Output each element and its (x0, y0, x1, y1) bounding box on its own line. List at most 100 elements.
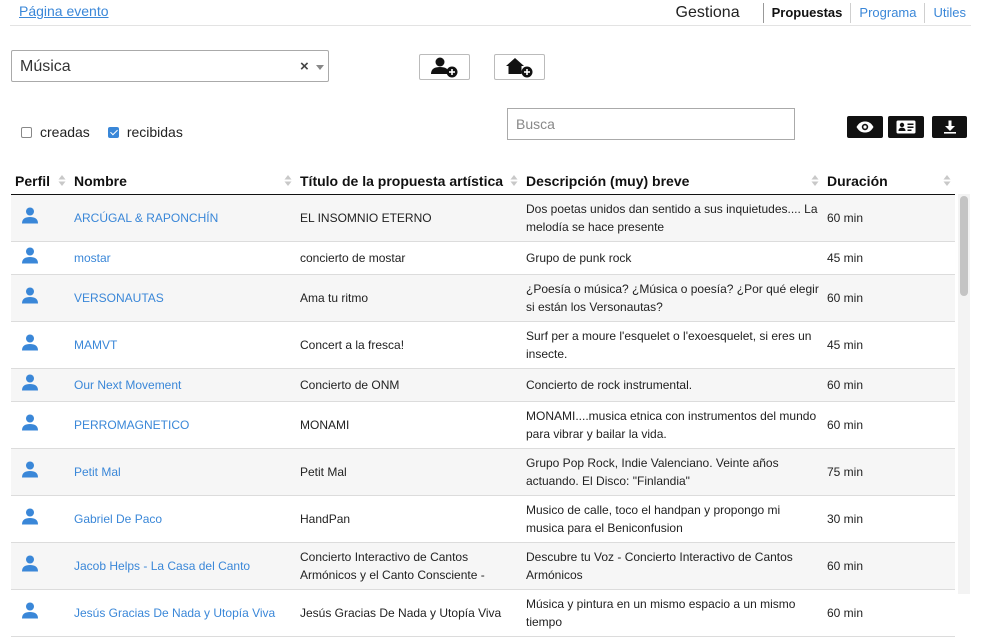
artist-name-link[interactable]: PERROMAGNETICO (74, 418, 189, 432)
download-button[interactable] (932, 116, 967, 138)
column-header-duracion[interactable]: Duración (823, 167, 955, 195)
user-profile-icon[interactable] (22, 461, 38, 478)
table-header-row: Perfil Nombre Título de la propuesta art… (11, 167, 955, 195)
profile-cell (11, 448, 70, 496)
sort-icon (284, 175, 292, 186)
name-cell: Our Next Movement (70, 368, 296, 402)
title-cell: MONAMI (296, 401, 522, 449)
checkbox-recibidas[interactable] (107, 126, 119, 138)
table-row: PERROMAGNETICO MONAMI MONAMI....musica etn… (11, 401, 955, 449)
description-cell: ¿Poesía o música? ¿Música o poesía? ¿Por… (522, 274, 823, 322)
name-cell: mostar (70, 241, 296, 275)
name-cell: MAMVT (70, 321, 296, 369)
table-row: mostar concierto de mostar Grupo de punk r… (11, 241, 955, 275)
tab-propuestas[interactable]: Propuestas (762, 3, 851, 23)
column-header-descripcion[interactable]: Descripción (muy) breve (522, 167, 823, 195)
user-profile-icon[interactable] (22, 247, 38, 264)
table-row: Our Next Movement Concierto de ONM Concier… (11, 368, 955, 402)
checkbox-recibidas-label[interactable]: recibidas (127, 124, 183, 140)
user-profile-icon[interactable] (22, 287, 38, 304)
column-header-label: Perfil (15, 172, 51, 189)
column-header-nombre[interactable]: Nombre (70, 167, 296, 195)
user-profile-icon[interactable] (22, 414, 38, 431)
user-profile-icon[interactable] (22, 508, 38, 525)
description-cell: Concierto de rock instrumental. (522, 368, 823, 402)
checkbox-creadas-label[interactable]: creadas (40, 124, 90, 140)
event-page-link[interactable]: Página evento (19, 3, 109, 19)
user-profile-icon[interactable] (22, 207, 38, 224)
name-cell: Gabriel De Paco (70, 495, 296, 543)
eye-icon (856, 121, 874, 133)
duration-cell: 75 min (823, 448, 955, 496)
artist-name-link[interactable]: VERSONAUTAS (74, 291, 164, 305)
name-cell: Jacob Helps - La Casa del Canto (70, 542, 296, 590)
artist-name-link[interactable]: Our Next Movement (74, 378, 181, 392)
duration-cell: 60 min (823, 194, 955, 242)
duration-cell: 60 min (823, 368, 955, 402)
checkbox-creadas[interactable] (21, 126, 32, 138)
profile-cell (11, 194, 70, 242)
artist-name-link[interactable]: Jacob Helps - La Casa del Canto (74, 559, 250, 573)
column-header-titulo[interactable]: Título de la propuesta artística (296, 167, 522, 195)
duration-cell: 45 min (823, 321, 955, 369)
top-navigation: Gestiona Propuestas Programa Utiles (676, 3, 966, 23)
add-space-button[interactable] (494, 54, 545, 80)
title-cell: Concierto Interactivo de Cantos Armónico… (296, 542, 522, 590)
name-cell: Petit Mal (70, 448, 296, 496)
sort-icon (510, 175, 518, 186)
table-row: Petit Mal Petit Mal Grupo Pop Rock, Indie … (11, 448, 955, 496)
duration-cell: 30 min (823, 495, 955, 543)
contact-card-button[interactable] (888, 116, 924, 138)
view-button[interactable] (847, 116, 883, 138)
clear-selection-icon[interactable]: × (300, 58, 309, 75)
artist-name-link[interactable]: ARCÚGAL & RAPONCHÍN (74, 211, 218, 225)
user-plus-icon (430, 57, 457, 78)
table-scrollbar[interactable] (958, 194, 970, 594)
user-profile-icon[interactable] (22, 602, 38, 619)
profile-cell (11, 321, 70, 369)
description-cell: Grupo de punk rock (522, 241, 823, 275)
user-profile-icon[interactable] (22, 334, 38, 351)
artist-name-link[interactable]: Jesús Gracias De Nada y Utopía Viva (74, 606, 275, 620)
table-row: Jacob Helps - La Casa del Canto Concierto… (11, 542, 955, 590)
home-plus-icon (505, 58, 532, 78)
description-cell: Surf per a moure l'esquelet o l'exoesque… (522, 321, 823, 369)
artist-name-link[interactable]: mostar (74, 251, 111, 265)
tab-utiles[interactable]: Utiles (924, 3, 966, 23)
title-cell: HandPan (296, 495, 522, 543)
sort-icon (943, 175, 951, 186)
profile-cell (11, 401, 70, 449)
tab-programa[interactable]: Programa (850, 3, 924, 23)
table-row: Jesús Gracias De Nada y Utopía Viva Jesús… (11, 589, 955, 637)
artist-name-link[interactable]: MAMVT (74, 338, 117, 352)
description-cell: Grupo Pop Rock, Indie Valenciano. Veinte… (522, 448, 823, 496)
column-header-perfil[interactable]: Perfil (11, 167, 70, 195)
header-divider (10, 25, 971, 26)
column-header-label: Nombre (74, 172, 127, 189)
add-artist-button[interactable] (419, 54, 470, 80)
column-header-label: Título de la propuesta artística (300, 172, 504, 189)
table-row: VERSONAUTAS Ama tu ritmo ¿Poesía o música?… (11, 274, 955, 322)
name-cell: VERSONAUTAS (70, 274, 296, 322)
duration-cell: 60 min (823, 274, 955, 322)
artist-name-link[interactable]: Gabriel De Paco (74, 512, 162, 526)
name-cell: ARCÚGAL & RAPONCHÍN (70, 194, 296, 242)
proposals-table: Perfil Nombre Título de la propuesta art… (11, 167, 955, 637)
sort-icon (58, 175, 66, 186)
search-input[interactable] (507, 108, 795, 140)
chevron-down-icon[interactable] (316, 65, 324, 70)
download-icon (943, 120, 956, 134)
user-profile-icon[interactable] (22, 555, 38, 572)
artist-name-link[interactable]: Petit Mal (74, 465, 121, 479)
profile-cell (11, 589, 70, 637)
category-select[interactable]: Música × (11, 50, 329, 82)
description-cell: Musico de calle, toco el handpan y propo… (522, 495, 823, 543)
id-card-icon (896, 120, 916, 134)
scrollbar-thumb[interactable] (960, 196, 968, 296)
profile-cell (11, 542, 70, 590)
table-row: Gabriel De Paco HandPan Musico de calle, t… (11, 495, 955, 543)
description-cell: Música y pintura en un mismo espacio a u… (522, 589, 823, 637)
column-header-label: Duración (827, 172, 888, 189)
user-profile-icon[interactable] (22, 374, 38, 391)
duration-cell: 60 min (823, 589, 955, 637)
